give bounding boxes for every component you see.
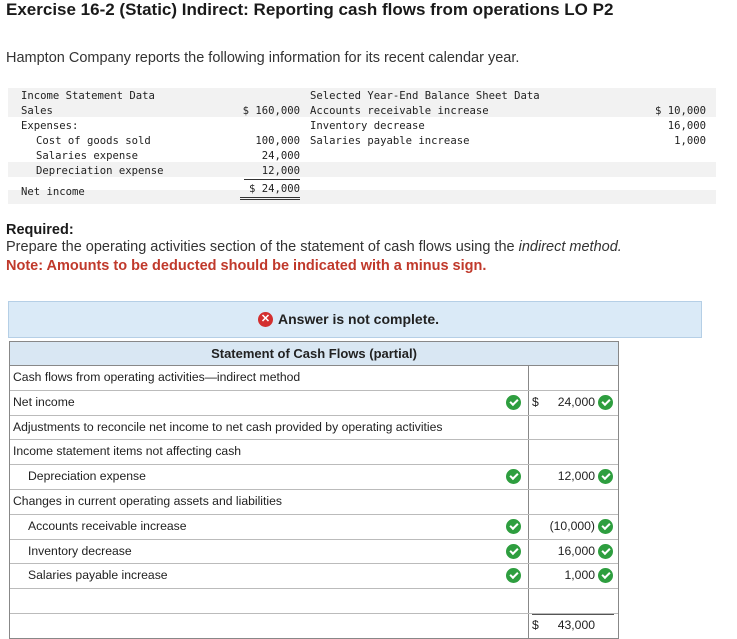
amount-value[interactable]: (10,000)	[550, 519, 595, 533]
net-income-value: $ 24,000	[240, 182, 300, 200]
inventory-value: 16,000	[667, 120, 706, 132]
balance-sheet-header: Selected Year-End Balance Sheet Data	[310, 90, 540, 102]
amount-cell[interactable]: (10,000)	[528, 514, 617, 539]
table-row: Net income $ 24,000	[10, 390, 618, 416]
amount-value[interactable]: 24,000	[558, 395, 595, 409]
table-row: Accounts receivable increase (10,000)	[10, 514, 618, 540]
row-label: Changes in current operating assets and …	[13, 493, 282, 508]
salaries-payable-value: 1,000	[674, 135, 706, 147]
row-label[interactable]: Depreciation expense	[28, 469, 146, 483]
table-row: Adjustments to reconcile net income to n…	[10, 415, 618, 441]
row-label: Income statement items not affecting cas…	[13, 444, 242, 459]
required-note: Note: Amounts to be deducted should be i…	[6, 258, 487, 274]
ar-value: $ 10,000	[654, 105, 706, 117]
amount-cell	[528, 489, 617, 514]
dollar-sign: $	[532, 394, 539, 409]
amount-cell[interactable]: 1,000	[528, 564, 617, 589]
depreciation-value: 12,000	[244, 164, 300, 180]
net-income-label: Net income	[21, 186, 85, 198]
check-icon	[598, 518, 613, 534]
amount-cell[interactable]: 12,000	[528, 465, 617, 489]
check-icon	[506, 543, 521, 559]
amount-cell[interactable]: 16,000	[528, 539, 617, 564]
check-icon	[598, 469, 613, 485]
row-label[interactable]: Cash flows from operating activities—ind…	[13, 370, 300, 384]
cash-flow-statement: Statement of Cash Flows (partial) Cash f…	[9, 341, 619, 639]
answer-status-banner: ✕ Answer is not complete.	[8, 301, 702, 338]
cogs-label: Cost of goods sold	[36, 135, 151, 147]
sales-value: $ 160,000	[242, 105, 300, 117]
salaries-value: 24,000	[261, 150, 300, 162]
check-icon	[506, 568, 521, 584]
row-label[interactable]: Accounts receivable increase	[28, 519, 187, 533]
required-text: Prepare the operating activities section…	[6, 239, 622, 255]
inventory-label: Inventory decrease	[310, 120, 425, 132]
required-text-main: Prepare the operating activities section…	[6, 239, 519, 255]
row-label[interactable]: Net income	[13, 395, 75, 409]
cogs-value: 100,000	[255, 135, 300, 147]
amount-cell[interactable]	[528, 589, 617, 613]
row-label[interactable]: Salaries payable increase	[28, 568, 168, 582]
given-data-box: Income Statement Data Sales $ 160,000 Ex…	[8, 88, 716, 204]
required-text-method: indirect method.	[518, 239, 622, 255]
salaries-payable-label: Salaries payable increase	[310, 135, 470, 147]
amount-value[interactable]: 16,000	[558, 544, 595, 558]
table-row: Income statement items not affecting cas…	[10, 440, 618, 466]
total-amount-value[interactable]: 43,000	[558, 618, 595, 632]
check-icon	[598, 394, 613, 410]
check-icon	[506, 394, 521, 410]
exercise-title: Exercise 16-2 (Static) Indirect: Reporti…	[6, 0, 614, 19]
intro-text: Hampton Company reports the following in…	[6, 50, 520, 66]
table-row: Cash flows from operating activities—ind…	[10, 366, 618, 391]
amount-cell	[528, 440, 617, 465]
ar-label: Accounts receivable increase	[310, 105, 489, 117]
income-statement-header: Income Statement Data	[21, 90, 155, 102]
sales-label: Sales	[21, 105, 53, 117]
required-heading: Required:	[6, 222, 74, 238]
table-row: Changes in current operating assets and …	[10, 489, 618, 515]
check-icon	[506, 469, 521, 485]
expenses-label: Expenses:	[21, 120, 79, 132]
salaries-label: Salaries expense	[36, 150, 139, 162]
row-label[interactable]: Inventory decrease	[28, 544, 132, 558]
table-row: Inventory decrease 16,000	[10, 539, 618, 565]
check-icon	[598, 543, 613, 559]
amount-value[interactable]: 1,000	[565, 568, 596, 582]
answer-status-text: Answer is not complete.	[278, 311, 440, 327]
amount-value[interactable]: 12,000	[558, 469, 595, 483]
row-label: Adjustments to reconcile net income to n…	[13, 419, 443, 434]
dollar-sign: $	[532, 617, 539, 632]
amount-cell[interactable]	[528, 366, 617, 390]
check-icon	[598, 568, 613, 584]
total-row: $ 43,000	[10, 613, 618, 638]
statement-title: Statement of Cash Flows (partial)	[10, 342, 618, 366]
amount-cell[interactable]: $ 24,000	[528, 390, 617, 415]
total-amount-cell[interactable]: $ 43,000	[528, 613, 617, 638]
amount-cell	[528, 415, 617, 440]
check-icon	[506, 518, 521, 534]
table-row	[10, 589, 618, 614]
table-row: Salaries payable increase 1,000	[10, 564, 618, 590]
depreciation-label: Depreciation expense	[36, 165, 164, 177]
x-circle-icon: ✕	[258, 311, 273, 327]
table-row: Depreciation expense 12,000	[10, 465, 618, 490]
